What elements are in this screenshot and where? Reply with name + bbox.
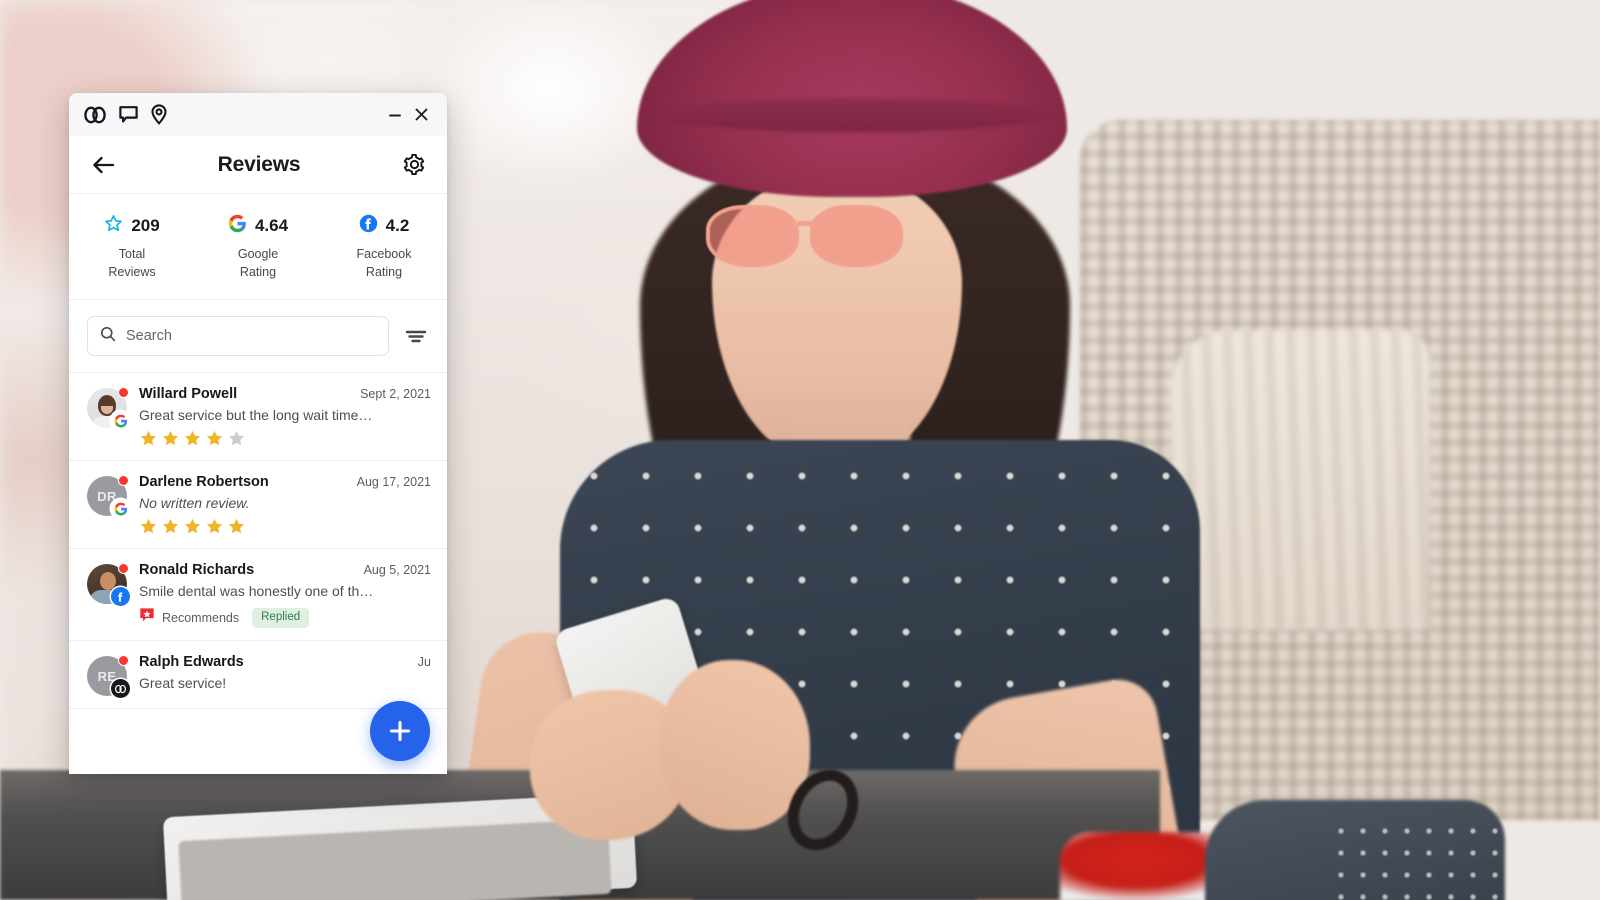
reviews-app-window: Reviews 209 Total Reviews 4.64 Google Ra… [69,93,447,774]
review-body: Ralph Edwards Ju Great service! [139,654,431,696]
window-titlebar[interactable] [69,93,447,136]
stat-facebook-rating[interactable]: 4.2 Facebook Rating [321,214,447,281]
stat-total-reviews[interactable]: 209 Total Reviews [69,214,195,281]
stat-label: Total Reviews [108,245,155,281]
star-rating [139,429,431,448]
titlebar-app-icons [83,104,168,125]
recommends-badge: Recommends [139,607,239,628]
star-filled-icon [162,431,179,446]
gear-icon[interactable] [399,153,429,176]
bg-wicker-chair-left [1170,330,1430,630]
stat-label-line1: Google [237,247,279,261]
reviews-list[interactable]: Willard Powell Sept 2, 2021 Great servic… [69,373,447,774]
reviewer-name: Willard Powell [139,386,238,403]
review-date: Aug 5, 2021 [363,563,431,578]
stat-value: 4.2 [385,216,410,235]
google-icon [228,214,247,238]
app-logo-icon[interactable] [83,106,107,124]
minimize-button[interactable] [382,102,408,128]
star-filled-icon [140,519,157,534]
hat-band [660,98,1050,132]
app-header: Reviews [69,136,447,194]
review-item[interactable]: Ronald Richards Aug 5, 2021 Smile dental… [69,549,447,642]
google-source-icon [111,411,130,431]
unread-dot-icon [118,655,129,667]
reviewer-name: Darlene Robertson [139,474,269,491]
star-filled-icon [228,519,245,534]
replied-badge: Replied [252,607,310,628]
unread-dot-icon [118,563,129,575]
review-date: Ju [417,655,431,670]
facebook-source-icon [111,587,130,607]
review-item[interactable]: Willard Powell Sept 2, 2021 Great servic… [69,373,447,462]
stat-label-line1: Total [118,247,146,261]
google-source-icon [111,499,130,519]
avatar[interactable]: DR [87,475,130,519]
reviewer-name: Ralph Edwards [139,654,244,671]
reviewer-name: Ronald Richards [139,562,255,579]
star-filled-icon [206,519,223,534]
star-filled-icon [184,431,201,446]
woman-right-hand [660,660,810,830]
search-input[interactable] [126,328,376,345]
review-body: Ronald Richards Aug 5, 2021 Smile dental… [139,562,431,628]
stat-label-line2: Rating [239,265,277,280]
location-pin-icon[interactable] [150,104,168,125]
review-date: Aug 17, 2021 [356,475,431,490]
stat-label: Google Rating [238,245,278,281]
add-review-button[interactable] [370,701,430,761]
review-date: Sept 2, 2021 [360,387,431,402]
search-box[interactable] [87,316,389,357]
star-filled-icon [162,519,179,534]
stat-label-line2: Reviews [108,265,156,280]
recommends-label: Recommends [162,610,240,625]
page-title: Reviews [217,152,301,176]
unread-dot-icon [118,387,129,399]
star-filled-icon [206,431,223,446]
arrow-left-icon[interactable] [89,156,119,174]
avatar[interactable]: RE [87,655,130,699]
search-icon [100,326,116,347]
stat-label: Facebook Rating [357,245,412,281]
facebook-icon [359,214,378,238]
stats-row: 209 Total Reviews 4.64 Google Rating 4.2… [69,194,447,301]
review-body: Willard Powell Sept 2, 2021 Great servic… [139,386,431,448]
review-item[interactable]: RE Ralph Edwards Ju Great service! [69,641,447,710]
avatar[interactable] [87,563,130,607]
stat-value: 209 [131,216,160,235]
review-text: Great service but the long wait time… [139,407,373,424]
app-source-icon [111,679,130,699]
review-body: Darlene Robertson Aug 17, 2021 No writte… [139,474,431,536]
star-outline-icon [104,214,123,238]
chat-bubble-icon[interactable] [118,105,139,124]
avatar[interactable] [87,387,130,431]
stat-label-line1: Facebook [356,247,412,261]
star-empty-icon [228,431,245,446]
filter-icon[interactable] [403,323,429,349]
bag-studs [1330,820,1500,900]
stat-google-rating[interactable]: 4.64 Google Rating [195,214,321,281]
search-row [69,300,447,374]
star-rating [139,517,431,536]
review-meta: Recommends Replied [139,607,431,628]
stat-label-line2: Rating [365,265,403,280]
star-filled-icon [140,431,157,446]
review-text: No written review. [139,495,250,512]
close-button[interactable] [408,102,434,128]
star-filled-icon [184,519,201,534]
review-text: Great service! [139,675,227,692]
review-item[interactable]: DR Darlene Robertson Aug 17, 2021 No wri… [69,461,447,550]
stat-value: 4.64 [254,216,289,235]
unread-dot-icon [118,475,129,487]
review-text: Smile dental was honestly one of th… [139,583,374,600]
recommend-star-icon [139,607,155,628]
